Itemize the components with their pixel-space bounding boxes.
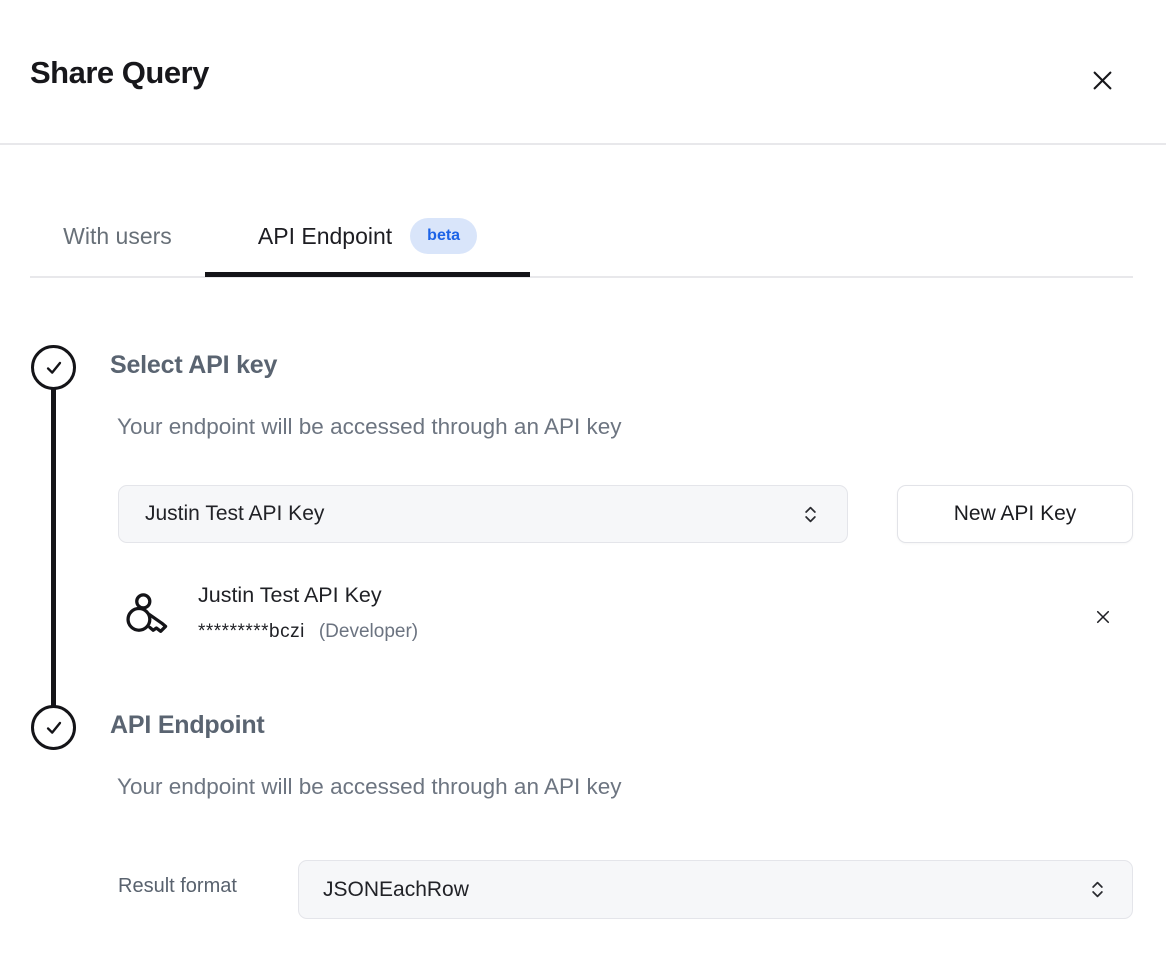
result-format-select-value: JSONEachRow	[323, 878, 469, 902]
selected-key-masked-value: *********bczi	[198, 621, 305, 643]
modal-close-button[interactable]	[1083, 61, 1121, 99]
selected-key-name: Justin Test API Key	[198, 583, 382, 608]
close-icon	[1089, 67, 1116, 94]
tab-api-endpoint[interactable]: API Endpoint beta	[205, 196, 530, 276]
step-2-complete-indicator	[31, 705, 76, 750]
chevrons-up-down-icon	[1087, 879, 1108, 900]
tab-with-users-label: With users	[63, 223, 172, 250]
selected-key-role: (Developer)	[319, 621, 418, 643]
tab-api-endpoint-label: API Endpoint	[258, 223, 392, 250]
step-1-complete-indicator	[31, 345, 76, 390]
step-1-title: Select API key	[110, 351, 277, 380]
step-2-description: Your endpoint will be accessed through a…	[117, 774, 622, 800]
step-2-title: API Endpoint	[110, 711, 265, 740]
x-icon	[1094, 608, 1112, 626]
key-icon	[122, 590, 170, 640]
tab-with-users[interactable]: With users	[30, 196, 205, 276]
check-circle-icon	[43, 357, 65, 379]
chevrons-up-down-icon	[800, 504, 821, 525]
tabbar-border	[30, 276, 1133, 278]
api-key-select[interactable]: Justin Test API Key	[118, 485, 848, 543]
result-format-label: Result format	[118, 875, 237, 898]
api-key-select-value: Justin Test API Key	[145, 502, 324, 526]
beta-badge: beta	[410, 218, 477, 254]
stepper-connector-line	[51, 388, 56, 708]
new-api-key-button[interactable]: New API Key	[897, 485, 1133, 543]
result-format-select[interactable]: JSONEachRow	[298, 860, 1133, 919]
check-circle-icon	[43, 717, 65, 739]
selected-key-details: *********bczi (Developer)	[198, 621, 418, 643]
remove-key-button[interactable]	[1088, 602, 1118, 632]
active-tab-underline	[205, 272, 530, 277]
header-divider	[0, 143, 1166, 145]
modal-title: Share Query	[30, 55, 209, 91]
step-1-description: Your endpoint will be accessed through a…	[117, 414, 622, 440]
